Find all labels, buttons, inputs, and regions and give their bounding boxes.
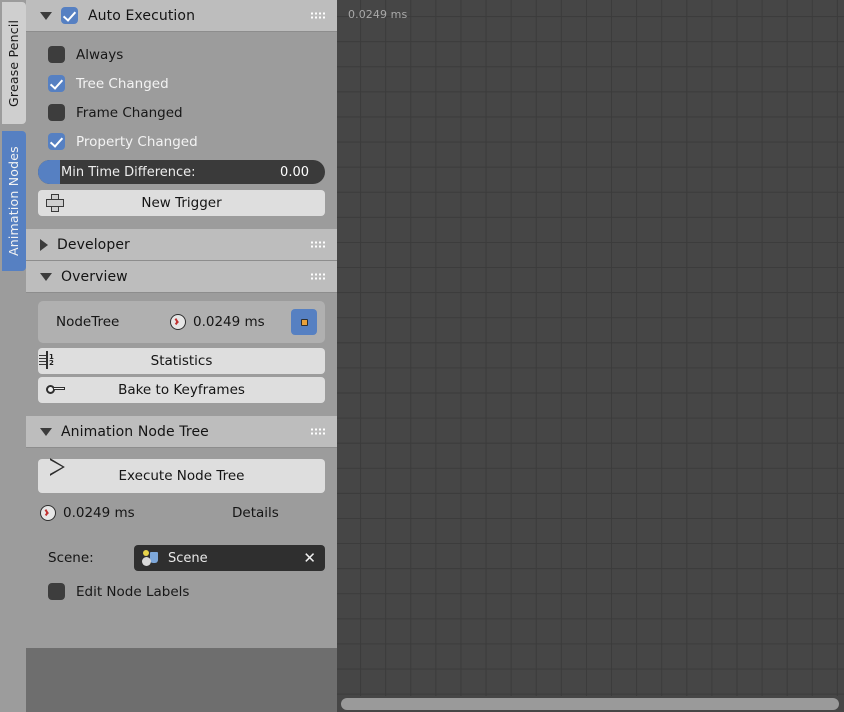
- panel-grip-icon[interactable]: [311, 428, 325, 435]
- scene-field[interactable]: Scene ✕: [134, 545, 325, 571]
- node-tree-time: 0.0249 ms: [193, 314, 265, 330]
- checkbox-row-edit-node-labels[interactable]: Edit Node Labels: [38, 577, 325, 606]
- execution-time-row: 0.0249 ms Details: [40, 499, 325, 527]
- execute-node-tree-button[interactable]: Execute Node Tree: [38, 459, 325, 493]
- auto-execution-enable-checkbox[interactable]: [61, 7, 78, 24]
- properties-panel-column: Auto Execution Always Tree Changed Frame…: [26, 0, 337, 712]
- scene-label: Scene:: [48, 550, 94, 566]
- panel-grip-icon[interactable]: [311, 273, 325, 280]
- panel-header-auto-execution[interactable]: Auto Execution: [26, 0, 337, 32]
- checkbox-row-tree-changed[interactable]: Tree Changed: [38, 69, 325, 98]
- sidebar-tab-grease-pencil[interactable]: Grease Pencil: [2, 2, 26, 124]
- frame-changed-checkbox[interactable]: [48, 104, 65, 121]
- tree-changed-checkbox[interactable]: [48, 75, 65, 92]
- statistics-button[interactable]: 12 Statistics: [38, 348, 325, 374]
- key-icon: [46, 381, 65, 399]
- node-editor-canvas[interactable]: 0.0249 ms: [337, 0, 844, 712]
- min-time-difference-label: Min Time Difference:: [61, 164, 196, 180]
- panel-header-animation-node-tree[interactable]: Animation Node Tree: [26, 416, 337, 448]
- new-trigger-label: New Trigger: [141, 195, 222, 211]
- chevron-down-icon: [40, 11, 52, 20]
- chevron-right-icon: [40, 238, 48, 251]
- plus-icon: [46, 194, 64, 212]
- blender-window: 0.0249 ms Auto Execution Always Tree Cha…: [0, 0, 844, 712]
- dot-icon: [300, 318, 308, 326]
- frame-changed-label: Frame Changed: [76, 104, 183, 121]
- new-trigger-button[interactable]: New Trigger: [38, 190, 325, 216]
- checkbox-row-frame-changed[interactable]: Frame Changed: [38, 98, 325, 127]
- clear-scene-icon[interactable]: ✕: [303, 550, 316, 566]
- panel-grip-icon[interactable]: [311, 241, 325, 248]
- play-icon: [50, 467, 68, 485]
- checkbox-row-property-changed[interactable]: Property Changed: [38, 127, 325, 156]
- horizontal-scrollbar-track[interactable]: [337, 696, 844, 712]
- node-tree-name: NodeTree: [56, 314, 120, 330]
- edit-node-labels-label: Edit Node Labels: [76, 583, 190, 600]
- chevron-down-icon: [40, 272, 52, 281]
- scene-value: Scene: [168, 550, 208, 566]
- chevron-down-icon: [40, 427, 52, 436]
- properties-empty-area: [26, 648, 337, 712]
- property-changed-checkbox[interactable]: [48, 133, 65, 150]
- property-changed-label: Property Changed: [76, 133, 198, 150]
- execute-node-tree-label: Execute Node Tree: [118, 468, 245, 484]
- panel-title-overview: Overview: [61, 268, 128, 285]
- min-time-difference-value: 0.00: [280, 164, 309, 180]
- clock-icon: [40, 505, 56, 521]
- panel-header-developer[interactable]: Developer: [26, 229, 337, 261]
- edit-node-labels-checkbox[interactable]: [48, 583, 65, 600]
- slider-fill: [38, 160, 60, 184]
- panel-title-animation-node-tree: Animation Node Tree: [61, 423, 209, 440]
- category-tabstrip: Grease Pencil Animation Nodes: [0, 0, 26, 712]
- node-tree-time-group: 0.0249 ms: [170, 314, 265, 330]
- panel-body-animation-node-tree: Execute Node Tree 0.0249 ms Details Scen…: [26, 448, 337, 616]
- sidebar-tab-label: Animation Nodes: [6, 146, 21, 256]
- panel-body-overview: NodeTree 0.0249 ms 12 Statistics Bake to…: [26, 293, 337, 416]
- sidebar-tab-label: Grease Pencil: [6, 19, 21, 107]
- details-link[interactable]: Details: [232, 505, 279, 521]
- panel-body-auto-execution: Always Tree Changed Frame Changed Proper…: [26, 32, 337, 229]
- bake-to-keyframes-button[interactable]: Bake to Keyframes: [38, 377, 325, 403]
- panel-grip-icon[interactable]: [311, 12, 325, 19]
- bake-to-keyframes-label: Bake to Keyframes: [118, 382, 245, 398]
- always-checkbox[interactable]: [48, 46, 65, 63]
- canvas-execution-time: 0.0249 ms: [348, 8, 408, 21]
- scene-icon: [142, 550, 160, 566]
- scene-selector-row: Scene: Scene ✕: [38, 543, 325, 573]
- panel-header-overview[interactable]: Overview: [26, 261, 337, 293]
- always-label: Always: [76, 46, 124, 63]
- node-tree-record-button[interactable]: [291, 309, 317, 335]
- statistics-label: Statistics: [150, 353, 213, 369]
- numbered-list-icon: 12: [38, 351, 64, 370]
- sidebar-tab-animation-nodes[interactable]: Animation Nodes: [2, 131, 26, 271]
- node-tree-summary-row[interactable]: NodeTree 0.0249 ms: [38, 301, 325, 343]
- panel-title-auto-execution: Auto Execution: [88, 7, 196, 24]
- execution-time-value: 0.0249 ms: [63, 505, 135, 521]
- checkbox-row-always[interactable]: Always: [38, 40, 325, 69]
- tree-changed-label: Tree Changed: [76, 75, 169, 92]
- clock-icon: [170, 314, 186, 330]
- panel-title-developer: Developer: [57, 236, 130, 253]
- horizontal-scrollbar-thumb[interactable]: [341, 698, 839, 710]
- min-time-difference-slider[interactable]: Min Time Difference: 0.00: [38, 160, 325, 184]
